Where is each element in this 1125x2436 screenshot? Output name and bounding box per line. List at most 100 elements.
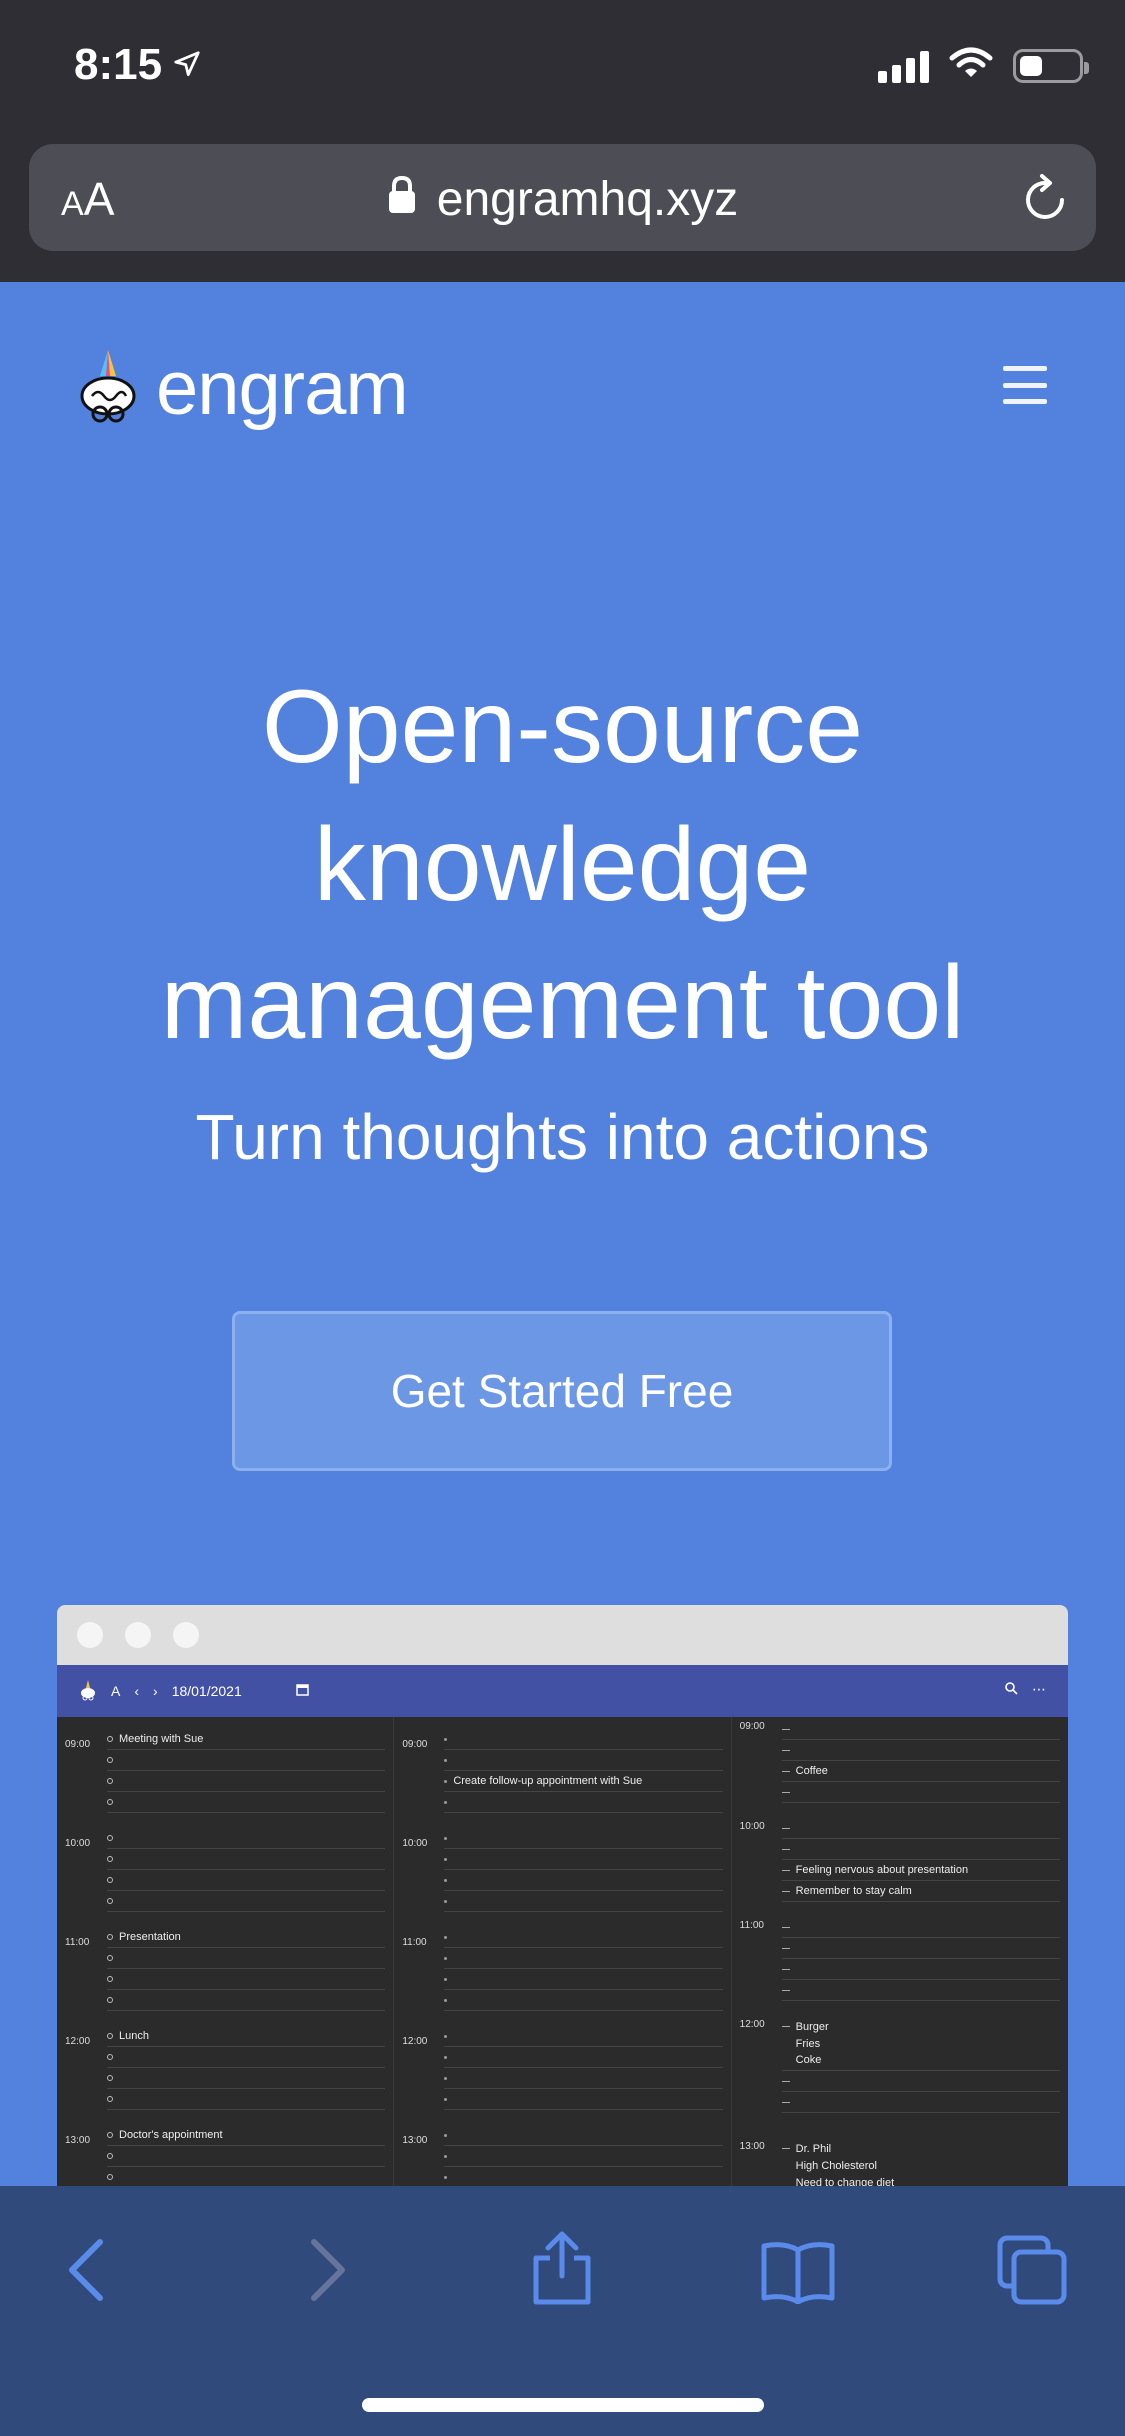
list-item <box>781 1839 1060 1860</box>
chevron-left-icon[interactable] <box>66 2238 106 2307</box>
preview-window-chrome <box>57 1605 1068 1665</box>
list-item <box>444 1792 723 1813</box>
hour-label: 13:00 <box>739 2141 765 2152</box>
reload-icon[interactable] <box>1020 170 1072 231</box>
hero-subtitle: Turn thoughts into actions <box>195 1101 930 1173</box>
home-indicator[interactable] <box>362 2398 764 2412</box>
list-item: Coffee <box>781 1761 1060 1782</box>
list-item: Presentation <box>107 1927 386 1948</box>
wifi-icon <box>949 46 993 85</box>
list-item <box>107 2146 386 2167</box>
list-item <box>107 2089 386 2110</box>
list-item <box>107 1891 386 1912</box>
url-display[interactable]: engramhq.xyz <box>29 172 1096 227</box>
list-item: Doctor's appointment <box>107 2125 386 2146</box>
preview-toolbar: A ‹ › 18/01/2021 ⋯ <box>57 1665 1068 1717</box>
location-arrow-icon <box>172 40 202 90</box>
list-item <box>444 2068 723 2089</box>
engram-logo-icon <box>78 346 138 431</box>
preview-day-grid: 09:00 Meeting with Sue 10:00 11:00 Prese… <box>57 1717 1068 2205</box>
list-item <box>444 2167 723 2188</box>
search-icon <box>1004 1681 1018 1698</box>
list-item <box>107 1990 386 2011</box>
hour-label: 13:00 <box>65 2135 91 2146</box>
list-item <box>444 1750 723 1771</box>
preview-column-2: 09:00 Create follow-up appointment with … <box>394 1717 732 2205</box>
list-item <box>444 2047 723 2068</box>
book-icon[interactable] <box>760 2240 836 2309</box>
preview-date: 18/01/2021 <box>171 1683 242 1699</box>
list-item <box>781 1782 1060 1803</box>
preview-column-3: 09:00 Coffee 10:00 Feeling nervous about… <box>732 1717 1068 2205</box>
list-item <box>781 1917 1060 1938</box>
list-item <box>444 1729 723 1750</box>
preview-letter: A <box>111 1683 121 1699</box>
list-item <box>781 1719 1060 1740</box>
list-item <box>107 1870 386 1891</box>
list-item <box>444 1849 723 1870</box>
hour-label: 10:00 <box>739 1821 765 1832</box>
hour-label: 09:00 <box>402 1739 428 1750</box>
hour-label: 09:00 <box>65 1739 91 1750</box>
share-icon[interactable] <box>530 2230 594 2311</box>
list-item <box>444 1969 723 1990</box>
calendar-icon <box>296 1683 309 1699</box>
lock-icon <box>387 172 417 227</box>
list-item <box>107 1849 386 1870</box>
list-item <box>107 1750 386 1771</box>
list-item <box>107 1969 386 1990</box>
list-item <box>107 1828 386 1849</box>
list-item: Create follow-up appointment with Sue <box>444 1771 723 1792</box>
window-dot <box>125 1622 151 1648</box>
get-started-button[interactable]: Get Started Free <box>232 1311 892 1471</box>
preview-logo-icon <box>79 1679 97 1704</box>
address-bar[interactable]: AA engramhq.xyz <box>29 144 1096 251</box>
hour-label: 10:00 <box>65 1838 91 1849</box>
hour-label: 12:00 <box>739 2019 765 2030</box>
list-item: Feeling nervous about presentation <box>781 1860 1060 1881</box>
hour-label: 11:00 <box>739 1920 764 1931</box>
hour-label: 10:00 <box>402 1838 428 1849</box>
hour-label: 11:00 <box>402 1937 427 1948</box>
app-preview-screenshot: A ‹ › 18/01/2021 ⋯ 09:00 Meeting with Su… <box>57 1605 1068 2205</box>
list-item: Meeting with Sue <box>107 1729 386 1750</box>
hour-label: 12:00 <box>65 2036 91 2047</box>
list-item <box>781 1959 1060 1980</box>
hour-label: 12:00 <box>402 2036 428 2047</box>
list-item <box>107 1948 386 1969</box>
site-logo[interactable]: engram <box>78 345 409 432</box>
list-item <box>444 1990 723 2011</box>
hour-label: 13:00 <box>402 2135 428 2146</box>
list-item <box>781 1740 1060 1761</box>
browser-top-bar: 8:15 AA engramhq.xyz <box>0 0 1125 282</box>
battery-icon <box>1013 48 1089 83</box>
list-item <box>444 1948 723 1969</box>
status-icons <box>878 46 1089 85</box>
list-item <box>107 1771 386 1792</box>
status-time: 8:15 <box>74 40 202 90</box>
hero-title: Open-source knowledge management tool <box>160 669 965 1061</box>
list-item <box>444 1891 723 1912</box>
list-item: Remember to stay calm <box>781 1881 1060 1902</box>
list-item <box>107 2167 386 2188</box>
tabs-icon[interactable] <box>996 2234 1068 2311</box>
list-item <box>781 1980 1060 2001</box>
list-item: Coke <box>781 2050 1060 2071</box>
list-item <box>444 2146 723 2167</box>
chevron-right-icon: › <box>153 1683 158 1699</box>
list-item: Lunch <box>107 2026 386 2047</box>
brand-name: engram <box>156 346 409 431</box>
list-item <box>781 1938 1060 1959</box>
hamburger-menu-icon[interactable] <box>1003 366 1047 404</box>
list-item <box>107 2068 386 2089</box>
window-dot <box>173 1622 199 1648</box>
more-icon: ⋯ <box>1032 1681 1046 1697</box>
list-item <box>107 2047 386 2068</box>
list-item <box>781 2092 1060 2113</box>
list-item <box>107 1792 386 1813</box>
list-item <box>444 2125 723 2146</box>
list-item <box>444 1927 723 1948</box>
preview-column-1: 09:00 Meeting with Sue 10:00 11:00 Prese… <box>57 1717 395 2205</box>
chevron-right-icon[interactable] <box>308 2238 348 2307</box>
list-item <box>781 1818 1060 1839</box>
